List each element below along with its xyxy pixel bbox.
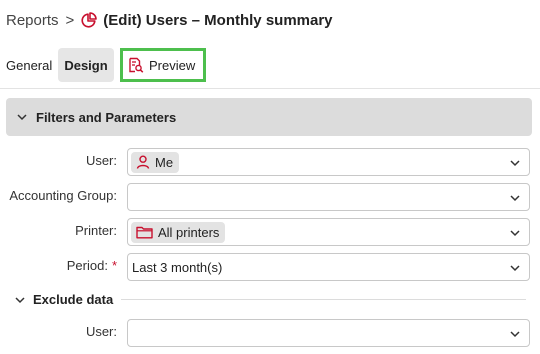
- user-icon: [136, 155, 150, 169]
- chevron-down-icon: [16, 111, 28, 123]
- period-select[interactable]: Last 3 month(s): [127, 253, 530, 281]
- printer-select[interactable]: All printers: [127, 218, 530, 246]
- exclude-data-header[interactable]: Exclude data: [14, 292, 526, 307]
- accounting-group-label: Accounting Group:: [9, 188, 117, 203]
- breadcrumb-header: Reports > (Edit) Users – Monthly summary: [0, 0, 540, 40]
- breadcrumb-reports-link[interactable]: Reports: [6, 12, 59, 29]
- exclude-user-select[interactable]: [127, 319, 530, 347]
- exclude-user-row: User:: [0, 319, 540, 347]
- chevron-down-icon: [509, 158, 521, 168]
- user-filter-row: User: Me: [0, 148, 540, 176]
- period-row: Period: * Last 3 month(s): [0, 253, 540, 281]
- printer-row: Printer: All printers: [0, 218, 540, 246]
- user-chip[interactable]: Me: [131, 151, 180, 173]
- accounting-group-row: Accounting Group:: [0, 183, 540, 211]
- filters-section-header[interactable]: Filters and Parameters: [6, 98, 532, 136]
- period-label: Period: *: [67, 258, 117, 273]
- printer-chip-label: All printers: [158, 224, 220, 240]
- printer-label: Printer:: [75, 223, 117, 238]
- document-search-icon: [128, 57, 144, 73]
- tab-bar: General Design Preview: [0, 46, 540, 84]
- chevron-down-icon: [509, 263, 521, 273]
- user-filter-select[interactable]: Me: [127, 148, 530, 176]
- divider: [0, 88, 540, 89]
- exclude-data-title: Exclude data: [33, 292, 114, 307]
- breadcrumb-separator: >: [65, 11, 75, 29]
- pie-chart-icon: [80, 11, 98, 29]
- divider: [121, 299, 526, 300]
- filters-section-title: Filters and Parameters: [36, 109, 177, 125]
- chevron-down-icon: [509, 193, 521, 203]
- tab-preview-label: Preview: [149, 57, 196, 73]
- accounting-group-select[interactable]: [127, 183, 530, 211]
- tab-design[interactable]: Design: [58, 48, 114, 82]
- period-label-text: Period:: [66, 258, 108, 273]
- user-filter-label: User:: [85, 153, 117, 168]
- chevron-down-icon: [509, 329, 521, 339]
- period-value: Last 3 month(s): [132, 259, 223, 275]
- exclude-user-label: User:: [85, 324, 117, 339]
- page-title: (Edit) Users – Monthly summary: [103, 11, 333, 29]
- required-marker: *: [111, 258, 117, 273]
- printer-chip[interactable]: All printers: [131, 221, 226, 243]
- tab-preview[interactable]: Preview: [120, 48, 206, 82]
- user-chip-label: Me: [155, 154, 174, 170]
- tab-general[interactable]: General: [6, 58, 52, 73]
- chevron-down-icon: [14, 294, 26, 306]
- chevron-down-icon: [509, 228, 521, 238]
- folder-icon: [136, 225, 153, 239]
